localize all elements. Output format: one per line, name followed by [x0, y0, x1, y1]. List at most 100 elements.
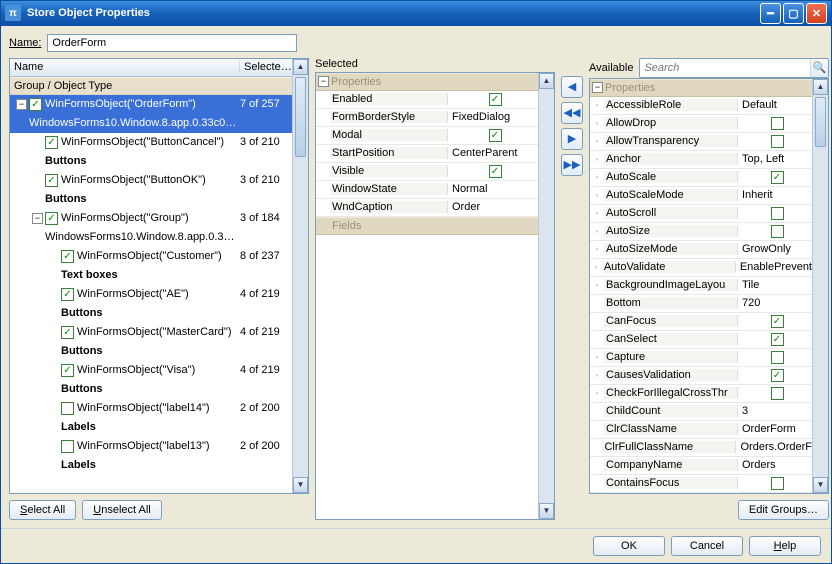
property-value[interactable]: ✓: [738, 333, 812, 346]
help-button[interactable]: Help: [749, 536, 821, 556]
scroll-down-icon[interactable]: ▼: [539, 503, 554, 519]
property-row[interactable]: Enabled✓: [316, 91, 538, 109]
property-value[interactable]: Orders.OrderF: [736, 441, 812, 453]
tree-header[interactable]: Name Selecte…: [10, 59, 292, 77]
property-value[interactable]: [738, 387, 812, 400]
property-value[interactable]: ✓: [738, 315, 812, 328]
property-row[interactable]: ◦AutoSize: [590, 223, 812, 241]
collapse-icon[interactable]: −: [592, 82, 603, 93]
tree-row[interactable]: Labels: [10, 456, 292, 475]
property-value[interactable]: CenterParent: [448, 147, 538, 159]
property-value[interactable]: 720: [738, 297, 812, 309]
property-row[interactable]: ◦AutoValidateEnablePrevent: [590, 259, 812, 277]
property-row[interactable]: ◦BackgroundImageLayouTile: [590, 277, 812, 295]
property-value[interactable]: [738, 207, 812, 220]
property-value[interactable]: ✓: [738, 171, 812, 184]
close-button[interactable]: ✕: [806, 3, 827, 24]
property-value[interactable]: Default: [738, 99, 812, 111]
property-value[interactable]: Order: [448, 201, 538, 213]
property-value[interactable]: [738, 225, 812, 238]
tree-col-selected[interactable]: Selecte…: [240, 61, 292, 73]
property-row[interactable]: ◦AutoScroll: [590, 205, 812, 223]
tree-scrollbar[interactable]: ▲ ▼: [292, 59, 308, 493]
property-value[interactable]: [738, 135, 812, 148]
property-row[interactable]: ContainsFocus: [590, 475, 812, 493]
checkbox[interactable]: ✓: [489, 129, 502, 142]
move-right-button[interactable]: ▶: [561, 128, 583, 150]
tree-row[interactable]: WindowsForms10.Window.8.app.0.33c0d9d: [10, 114, 292, 133]
move-all-right-button[interactable]: ▶▶: [561, 154, 583, 176]
tree-row[interactable]: ✓WinFormsObject("Visa")4 of 219: [10, 361, 292, 380]
property-value[interactable]: GrowOnly: [738, 243, 812, 255]
checkbox[interactable]: ✓: [489, 93, 502, 106]
tree-row[interactable]: ✓WinFormsObject("ButtonCancel")3 of 210: [10, 133, 292, 152]
property-value[interactable]: [738, 351, 812, 364]
property-value[interactable]: ✓: [448, 129, 538, 142]
scroll-down-icon[interactable]: ▼: [293, 477, 308, 493]
tree-row[interactable]: ✓WinFormsObject("MasterCard")4 of 219: [10, 323, 292, 342]
tree-col-name[interactable]: Name: [10, 61, 240, 73]
tree-row[interactable]: −✓WinFormsObject("Group")3 of 184: [10, 209, 292, 228]
property-row[interactable]: CompanyNameOrders: [590, 457, 812, 475]
property-row[interactable]: ◦CausesValidation✓: [590, 367, 812, 385]
selected-properties-box[interactable]: − PropertiesEnabled✓FormBorderStyleFixed…: [315, 72, 555, 520]
checkbox[interactable]: [771, 135, 784, 148]
checkbox[interactable]: [771, 225, 784, 238]
property-value[interactable]: ✓: [448, 165, 538, 178]
property-row[interactable]: ClrClassNameOrderForm: [590, 421, 812, 439]
maximize-button[interactable]: ▢: [783, 3, 804, 24]
property-row[interactable]: StartPositionCenterParent: [316, 145, 538, 163]
property-row[interactable]: ◦AutoScaleModeInherit: [590, 187, 812, 205]
checkbox[interactable]: ✓: [61, 250, 74, 263]
tree-row[interactable]: Labels: [10, 418, 292, 437]
checkbox[interactable]: ✓: [45, 174, 58, 187]
search-icon[interactable]: 🔍: [810, 59, 828, 77]
scroll-up-icon[interactable]: ▲: [813, 79, 828, 95]
checkbox[interactable]: [61, 440, 74, 453]
collapse-icon[interactable]: −: [318, 76, 329, 87]
property-row[interactable]: ◦AutoSizeModeGrowOnly: [590, 241, 812, 259]
property-value[interactable]: Tile: [738, 279, 812, 291]
tree-row[interactable]: WinFormsObject("label13")2 of 200: [10, 437, 292, 456]
tree-row[interactable]: Buttons: [10, 190, 292, 209]
available-properties-box[interactable]: − Properties◦AccessibleRoleDefault◦Allow…: [589, 78, 829, 494]
scroll-down-icon[interactable]: ▼: [813, 477, 828, 493]
name-input[interactable]: [47, 34, 297, 52]
cancel-button[interactable]: Cancel: [671, 536, 743, 556]
property-row[interactable]: ◦AccessibleRoleDefault: [590, 97, 812, 115]
search-input[interactable]: [640, 60, 810, 76]
checkbox[interactable]: ✓: [771, 369, 784, 382]
property-row[interactable]: ◦AnchorTop, Left: [590, 151, 812, 169]
move-left-button[interactable]: ◀: [561, 76, 583, 98]
expander-icon[interactable]: −: [32, 213, 43, 224]
property-row[interactable]: ClrFullClassNameOrders.OrderF: [590, 439, 812, 457]
property-row[interactable]: CanSelect✓: [590, 331, 812, 349]
property-value[interactable]: ✓: [738, 369, 812, 382]
tree-row[interactable]: Buttons: [10, 380, 292, 399]
property-row[interactable]: FormBorderStyleFixedDialog: [316, 109, 538, 127]
checkbox[interactable]: ✓: [771, 315, 784, 328]
available-scrollbar[interactable]: ▲ ▼: [812, 79, 828, 493]
property-row[interactable]: WindowStateNormal: [316, 181, 538, 199]
scroll-up-icon[interactable]: ▲: [539, 73, 554, 89]
tree-row[interactable]: ✓WinFormsObject("ButtonOK")3 of 210: [10, 171, 292, 190]
property-row[interactable]: ◦Capture: [590, 349, 812, 367]
select-all-button[interactable]: Select All: [9, 500, 76, 520]
tree-row[interactable]: WinFormsObject("label14")2 of 200: [10, 399, 292, 418]
property-value[interactable]: Top, Left: [738, 153, 812, 165]
checkbox[interactable]: ✓: [61, 288, 74, 301]
property-value[interactable]: [738, 117, 812, 130]
checkbox[interactable]: [61, 402, 74, 415]
property-row[interactable]: ◦AllowTransparency: [590, 133, 812, 151]
checkbox[interactable]: ✓: [489, 165, 502, 178]
checkbox[interactable]: ✓: [29, 98, 42, 111]
property-row[interactable]: Visible✓: [316, 163, 538, 181]
tree-row[interactable]: Buttons: [10, 152, 292, 171]
property-row[interactable]: Bottom720: [590, 295, 812, 313]
property-value[interactable]: OrderForm: [738, 423, 812, 435]
checkbox[interactable]: ✓: [45, 136, 58, 149]
move-all-left-button[interactable]: ◀◀: [561, 102, 583, 124]
property-row[interactable]: ChildCount3: [590, 403, 812, 421]
tree-row[interactable]: Buttons: [10, 304, 292, 323]
checkbox[interactable]: [771, 207, 784, 220]
